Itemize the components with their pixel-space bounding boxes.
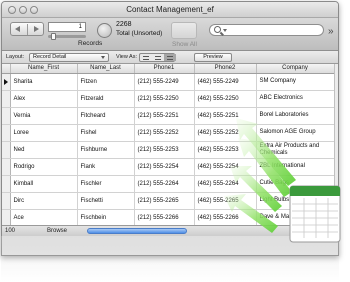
spreadsheet-icon [289, 185, 341, 243]
